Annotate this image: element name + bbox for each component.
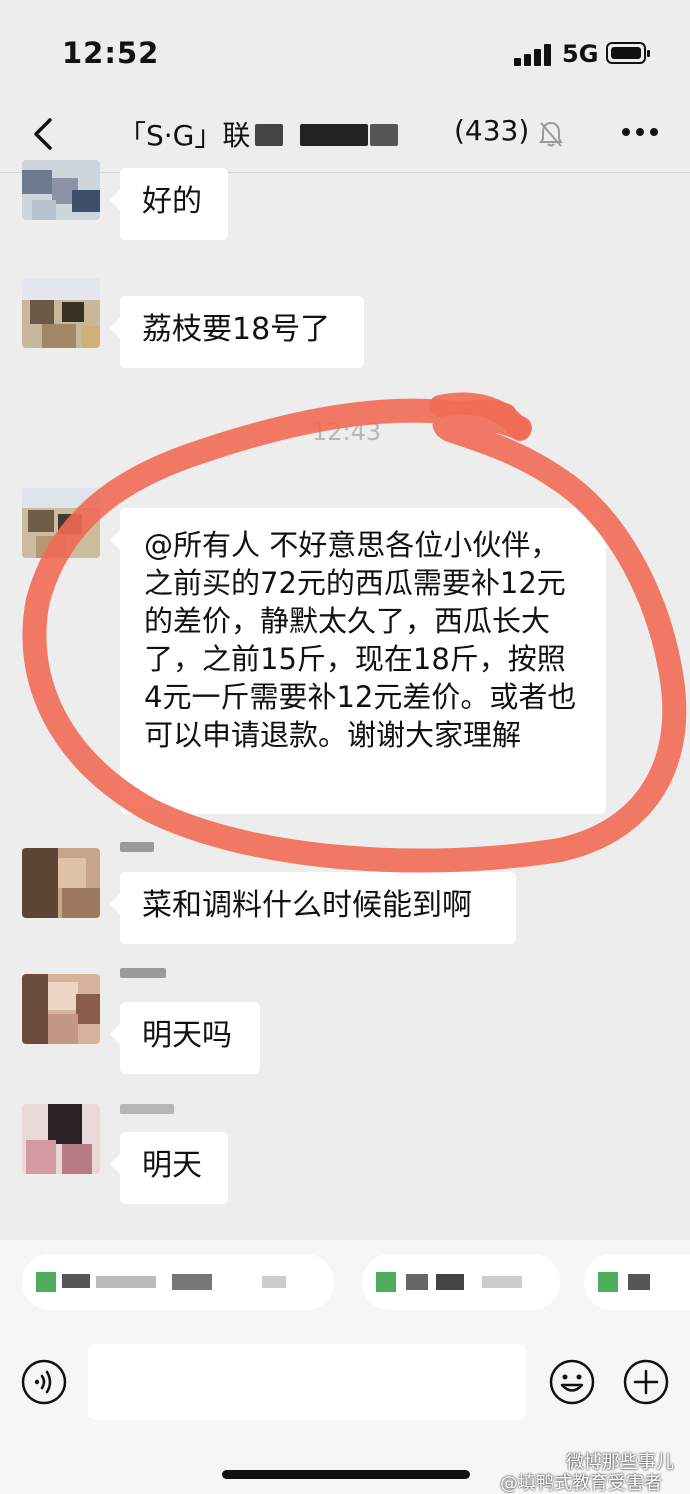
redacted-title-part <box>300 124 368 146</box>
back-arrow-icon[interactable] <box>30 117 60 151</box>
avatar[interactable] <box>22 848 100 918</box>
message-bubble[interactable]: @所有人 不好意思各位小伙伴，之前买的72元的西瓜需要补12元的差价，静默太久了… <box>110 508 606 814</box>
redacted-title-part <box>370 124 398 146</box>
battery-icon <box>606 42 650 64</box>
emoji-icon[interactable] <box>548 1358 596 1406</box>
sender-nickname <box>120 1104 174 1114</box>
group-name[interactable]: 「S·G」联 <box>118 114 250 154</box>
sender-nickname <box>120 842 154 852</box>
plus-icon[interactable] <box>622 1358 670 1406</box>
home-indicator[interactable] <box>222 1470 470 1479</box>
message-bubble[interactable]: 明天 <box>110 1132 228 1204</box>
status-bar: 12:52 5G <box>0 0 690 100</box>
quick-reply-chip[interactable] <box>22 1254 334 1310</box>
mute-bell-icon <box>539 121 563 147</box>
watermark-line: 微博那些事儿 <box>566 1452 674 1473</box>
watermark-line: @填鸭式教育受害者 <box>500 1473 662 1494</box>
avatar[interactable] <box>22 974 100 1044</box>
voice-input-icon[interactable] <box>20 1358 68 1406</box>
quick-reply-bar <box>0 1240 690 1330</box>
status-time: 12:52 <box>62 36 160 70</box>
message-bubble[interactable]: 好的 <box>110 168 228 240</box>
network-type: 5G <box>562 40 599 68</box>
message-bubble[interactable]: 菜和调料什么时候能到啊 <box>110 872 516 944</box>
chat-header: 「S·G」联 (433) <box>0 100 690 173</box>
more-options-icon[interactable] <box>622 128 658 138</box>
quick-reply-chip[interactable] <box>362 1254 560 1310</box>
avatar[interactable] <box>22 488 100 558</box>
watermark: 微博那些事儿 @填鸭式教育受害者 <box>500 1452 674 1494</box>
avatar[interactable] <box>22 160 100 220</box>
member-count: (433) <box>454 114 530 147</box>
message-bubble[interactable]: 荔枝要18号了 <box>110 296 364 368</box>
avatar[interactable] <box>22 278 100 348</box>
message-bubble[interactable]: 明天吗 <box>110 1002 260 1074</box>
timestamp: 12:43 <box>312 418 382 446</box>
signal-icon <box>514 44 554 66</box>
quick-reply-chip[interactable] <box>584 1254 690 1310</box>
avatar[interactable] <box>22 1104 100 1174</box>
redacted-title-part <box>255 124 283 146</box>
message-input[interactable] <box>88 1344 526 1420</box>
sender-nickname <box>120 968 166 978</box>
